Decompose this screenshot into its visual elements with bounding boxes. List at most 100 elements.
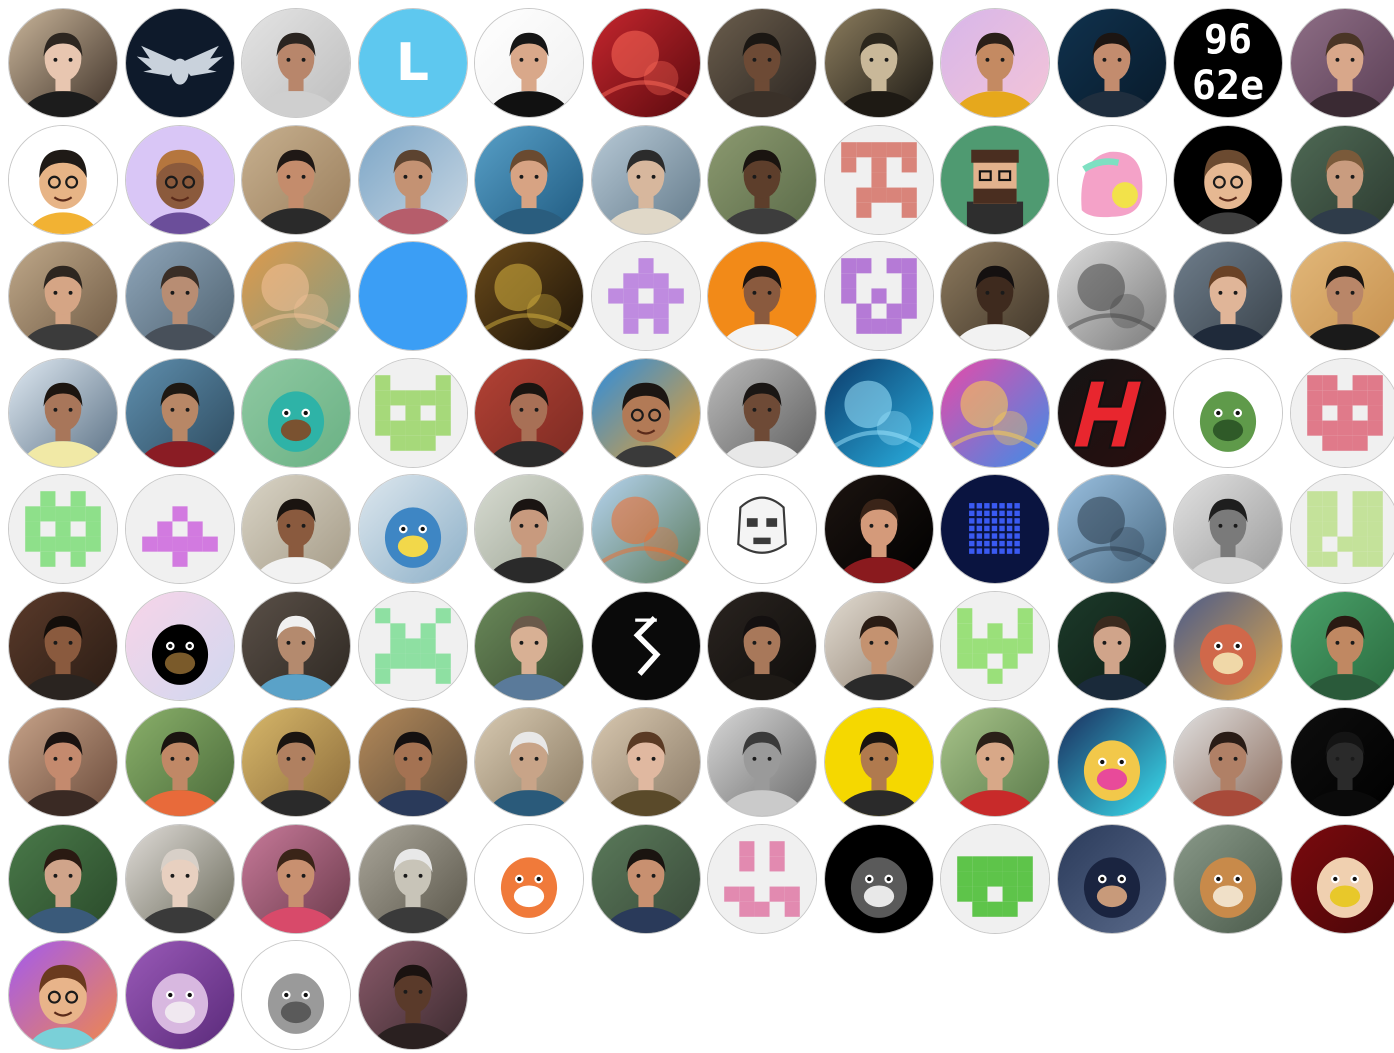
contributor-avatar[interactable]: [474, 124, 584, 235]
contributor-avatar[interactable]: [241, 8, 351, 118]
contributor-avatar[interactable]: [241, 124, 351, 235]
contributor-avatar[interactable]: [590, 823, 701, 934]
contributor-avatar[interactable]: [474, 8, 584, 118]
contributor-avatar[interactable]: [8, 590, 118, 701]
contributor-avatar[interactable]: [241, 940, 351, 1050]
contributor-avatar[interactable]: [707, 823, 817, 934]
contributor-avatar[interactable]: [1173, 590, 1283, 701]
contributor-avatar[interactable]: [707, 241, 817, 351]
contributor-avatar[interactable]: [940, 823, 1050, 934]
contributor-avatar[interactable]: [823, 474, 934, 584]
contributor-avatar[interactable]: [8, 474, 118, 584]
contributor-avatar[interactable]: [590, 241, 701, 351]
contributor-avatar[interactable]: [1173, 357, 1283, 468]
contributor-avatar[interactable]: [357, 707, 468, 817]
contributor-avatar[interactable]: [1056, 474, 1167, 584]
contributor-avatar[interactable]: [940, 357, 1050, 468]
contributor-avatar[interactable]: [1056, 357, 1167, 468]
contributor-avatar[interactable]: [707, 474, 817, 584]
contributor-avatar[interactable]: [357, 823, 468, 934]
contributor-avatar[interactable]: [241, 357, 351, 468]
contributor-avatar[interactable]: [1173, 823, 1283, 934]
contributor-avatar[interactable]: [590, 707, 701, 817]
contributor-avatar[interactable]: [707, 590, 817, 701]
contributor-avatar[interactable]: [241, 474, 351, 584]
contributor-avatar[interactable]: [474, 357, 584, 468]
contributor-avatar[interactable]: [1173, 124, 1283, 235]
contributor-avatar[interactable]: [8, 241, 118, 351]
contributor-avatar[interactable]: [590, 124, 701, 235]
contributor-avatar[interactable]: [823, 707, 934, 817]
contributor-avatar[interactable]: [590, 8, 701, 118]
contributor-avatar[interactable]: [8, 8, 118, 118]
contributor-avatar[interactable]: [8, 940, 118, 1050]
contributor-avatar[interactable]: [241, 241, 351, 351]
contributor-avatar[interactable]: [1289, 8, 1394, 118]
contributor-avatar[interactable]: [1173, 241, 1283, 351]
contributor-avatar[interactable]: [1173, 707, 1283, 817]
contributor-avatar[interactable]: [823, 124, 934, 235]
contributor-avatar[interactable]: [823, 241, 934, 351]
contributor-avatar[interactable]: [707, 357, 817, 468]
contributor-avatar[interactable]: [823, 590, 934, 701]
contributor-avatar[interactable]: [940, 590, 1050, 701]
contributor-avatar[interactable]: [1289, 590, 1394, 701]
contributor-avatar[interactable]: [357, 474, 468, 584]
contributor-avatar[interactable]: [241, 823, 351, 934]
contributor-avatar[interactable]: [823, 8, 934, 118]
contributor-avatar[interactable]: [1289, 241, 1394, 351]
contributor-avatar[interactable]: [940, 707, 1050, 817]
contributor-avatar[interactable]: [1289, 823, 1394, 934]
contributor-avatar[interactable]: [8, 357, 118, 468]
contributor-avatar[interactable]: [590, 590, 701, 701]
contributor-avatar[interactable]: [1289, 357, 1394, 468]
contributor-avatar[interactable]: [124, 357, 235, 468]
contributor-avatar[interactable]: [8, 823, 118, 934]
contributor-avatar[interactable]: [707, 8, 817, 118]
contributor-avatar[interactable]: [357, 940, 468, 1050]
contributor-avatar[interactable]: [1289, 474, 1394, 584]
contributor-avatar[interactable]: [940, 124, 1050, 235]
contributor-avatar[interactable]: [357, 590, 468, 701]
contributor-avatar[interactable]: [124, 124, 235, 235]
contributor-avatar[interactable]: [124, 590, 235, 701]
contributor-avatar[interactable]: [590, 474, 701, 584]
contributor-avatar[interactable]: [8, 707, 118, 817]
contributor-avatar[interactable]: [124, 474, 235, 584]
contributor-avatar[interactable]: [124, 8, 235, 118]
contributor-avatar[interactable]: [590, 357, 701, 468]
contributor-avatar[interactable]: [474, 474, 584, 584]
contributor-avatar[interactable]: [1289, 707, 1394, 817]
contributor-avatar[interactable]: [1056, 823, 1167, 934]
contributor-avatar[interactable]: [1056, 707, 1167, 817]
contributor-avatar[interactable]: [241, 590, 351, 701]
contributor-avatar[interactable]: [357, 124, 468, 235]
contributor-avatar[interactable]: [124, 241, 235, 351]
contributor-avatar[interactable]: [707, 707, 817, 817]
contributor-avatar[interactable]: [241, 707, 351, 817]
contributor-avatar[interactable]: [124, 940, 235, 1050]
contributor-avatar[interactable]: [940, 241, 1050, 351]
contributor-avatar[interactable]: [124, 823, 235, 934]
contributor-avatar[interactable]: [707, 124, 817, 235]
contributor-avatar[interactable]: [124, 707, 235, 817]
contributor-avatar[interactable]: [1056, 124, 1167, 235]
contributor-avatar[interactable]: [474, 707, 584, 817]
contributor-avatar[interactable]: 96 62e: [1173, 8, 1283, 118]
contributor-avatar[interactable]: [8, 124, 118, 235]
contributor-avatar[interactable]: [1056, 241, 1167, 351]
contributor-avatar[interactable]: [1056, 590, 1167, 701]
contributor-avatar[interactable]: [940, 8, 1050, 118]
contributor-avatar[interactable]: [823, 357, 934, 468]
contributor-avatar[interactable]: [823, 823, 934, 934]
contributor-avatar[interactable]: [357, 357, 468, 468]
contributor-avatar[interactable]: [940, 474, 1050, 584]
contributor-avatar[interactable]: [1173, 474, 1283, 584]
contributor-avatar[interactable]: L: [357, 8, 468, 118]
contributor-avatar[interactable]: [1289, 124, 1394, 235]
contributor-avatar[interactable]: [474, 241, 584, 351]
contributor-avatar[interactable]: [474, 823, 584, 934]
contributor-avatar[interactable]: [1056, 8, 1167, 118]
contributor-avatar[interactable]: [474, 590, 584, 701]
contributor-avatar[interactable]: [357, 241, 468, 351]
